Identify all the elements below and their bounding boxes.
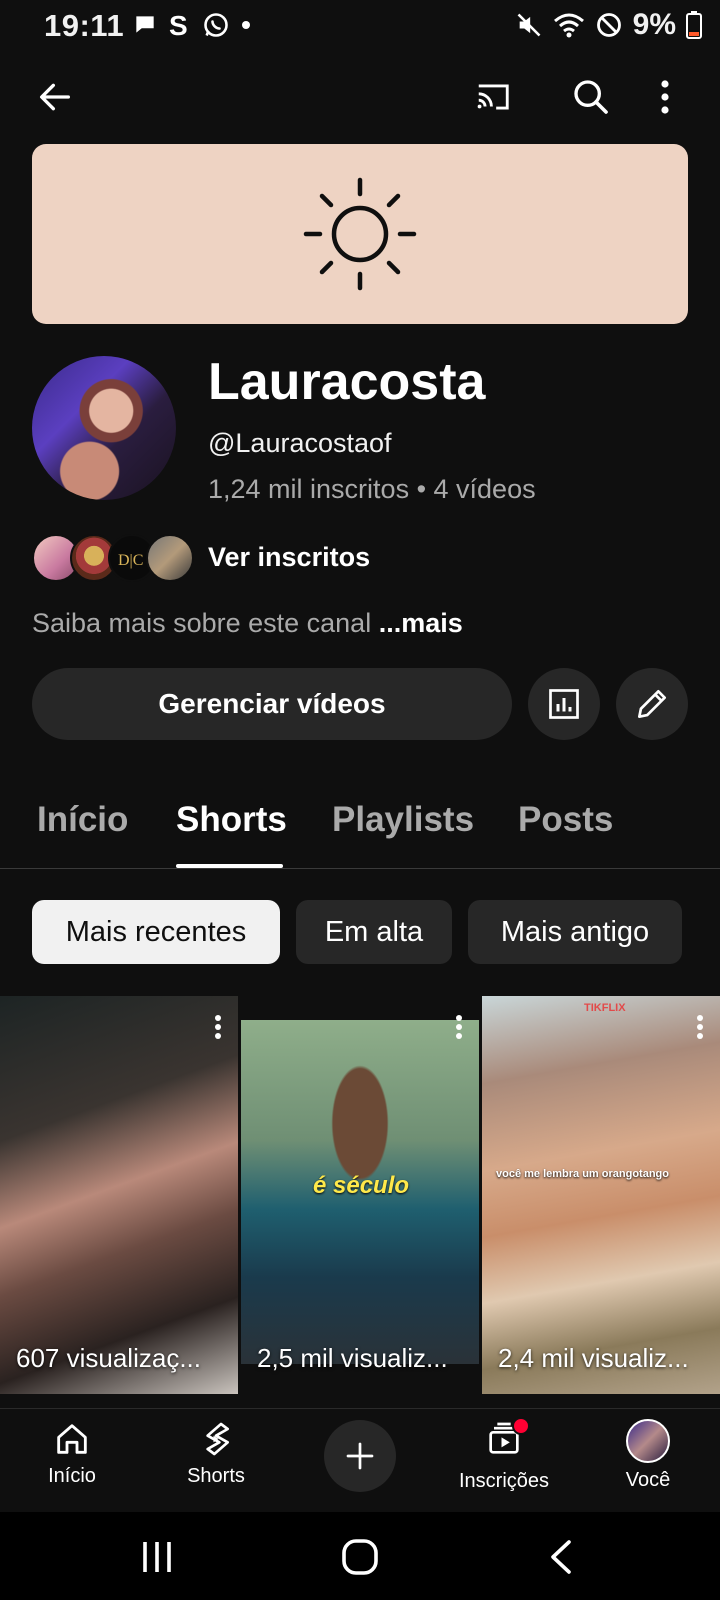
nav-label: Inscrições	[458, 1470, 550, 1492]
battery-percent: 9%	[632, 8, 676, 41]
about-text: Saiba mais sobre este canal	[32, 608, 372, 638]
create-button[interactable]	[324, 1420, 396, 1492]
short-views: 2,5 mil visualiz...	[257, 1343, 448, 1373]
battery-icon	[686, 11, 702, 39]
nav-label: Você	[625, 1469, 671, 1491]
short-views: 607 visualizaç...	[16, 1343, 201, 1373]
chip-mais-recentes[interactable]: Mais recentes	[32, 900, 280, 964]
short-thumbnail[interactable]: TIKFLIX você me lembra um orangotango 2,…	[482, 996, 720, 1394]
active-tab-indicator	[176, 864, 283, 868]
nav-label: Início	[48, 1465, 96, 1487]
home-icon	[57, 1424, 87, 1454]
channel-name: Lauracosta	[208, 353, 486, 411]
whatsapp-icon	[204, 13, 228, 37]
subscriber-avatar	[146, 534, 194, 582]
recents-icon	[143, 1542, 171, 1572]
manage-videos-button[interactable]: Gerenciar vídeos	[32, 668, 512, 740]
wifi-icon	[553, 13, 584, 38]
channel-avatar[interactable]	[32, 356, 176, 500]
status-right: 9%	[515, 8, 702, 42]
cast-button[interactable]	[468, 72, 518, 122]
back-button[interactable]	[30, 72, 80, 122]
nav-inscricoes[interactable]: Inscrições	[444, 1417, 564, 1493]
mute-icon	[517, 13, 541, 37]
notification-badge	[512, 1417, 530, 1435]
short-watermark: TIKFLIX	[584, 1002, 626, 1014]
sun-icon	[303, 177, 417, 291]
tab-shorts[interactable]: Shorts	[176, 800, 287, 840]
channel-banner	[32, 144, 688, 324]
back-chevron-icon	[551, 1540, 571, 1574]
s-app-icon: S	[169, 10, 188, 40]
system-navigation	[0, 1512, 720, 1600]
more-options-button[interactable]	[650, 72, 680, 122]
short-thumbnail[interactable]: 607 visualizaç...	[0, 996, 238, 1394]
svg-text:D|C: D|C	[118, 552, 143, 569]
subscriber-avatars[interactable]: D|C	[32, 534, 194, 582]
search-icon	[574, 80, 608, 114]
pencil-icon	[637, 689, 667, 719]
edit-channel-button[interactable]	[616, 668, 688, 740]
short-more-button[interactable]	[455, 1014, 463, 1045]
chat-bubble-icon	[136, 16, 154, 33]
svg-text:S: S	[169, 10, 188, 40]
channel-handle: @Lauracostaof	[208, 428, 392, 458]
status-bar: 19:11 S 9%	[0, 0, 720, 52]
tab-inicio[interactable]: Início	[37, 800, 128, 840]
chip-em-alta[interactable]: Em alta	[296, 900, 452, 964]
cast-icon	[477, 84, 509, 110]
analytics-icon	[549, 689, 579, 719]
nav-voce[interactable]: Você	[588, 1419, 708, 1492]
avatar-icon	[626, 1419, 670, 1463]
nav-shorts[interactable]: Shorts	[156, 1419, 276, 1488]
status-left-icons: S	[132, 10, 252, 40]
more-vert-icon	[661, 80, 669, 114]
analytics-button[interactable]	[528, 668, 600, 740]
back-system-button[interactable]	[536, 1532, 586, 1582]
channel-stats: 1,24 mil inscritos • 4 vídeos	[208, 474, 536, 504]
recents-button[interactable]	[132, 1532, 182, 1582]
do-not-disturb-icon	[596, 13, 621, 37]
short-more-button[interactable]	[696, 1014, 704, 1045]
see-subscribers-link[interactable]: Ver inscritos	[208, 542, 370, 573]
back-arrow-icon	[40, 83, 71, 111]
home-system-button[interactable]	[335, 1532, 385, 1582]
tab-playlists[interactable]: Playlists	[332, 800, 474, 840]
more-vert-icon	[215, 1015, 221, 1039]
short-more-button[interactable]	[214, 1014, 222, 1045]
plus-icon	[346, 1442, 374, 1470]
search-button[interactable]	[566, 72, 616, 122]
nav-inicio[interactable]: Início	[12, 1419, 132, 1488]
more-vert-icon	[456, 1015, 462, 1039]
shorts-icon	[206, 1422, 229, 1456]
status-time: 19:11	[44, 8, 125, 43]
about-more: ...mais	[378, 608, 463, 638]
home-circle-icon	[342, 1539, 378, 1575]
about-channel-link[interactable]: Saiba mais sobre este canal ...mais	[32, 608, 463, 639]
chip-mais-antigo[interactable]: Mais antigo	[468, 900, 682, 964]
short-thumbnail[interactable]: é século 2,5 mil visualiz...	[241, 996, 479, 1394]
dot-icon	[242, 21, 250, 29]
short-views: 2,4 mil visualiz...	[498, 1343, 689, 1373]
short-caption: é século	[313, 1172, 410, 1199]
tab-posts[interactable]: Posts	[518, 800, 613, 840]
more-vert-icon	[697, 1015, 703, 1039]
nav-label: Shorts	[187, 1465, 245, 1487]
short-caption: você me lembra um orangotango	[496, 1168, 669, 1180]
subscriptions-icon-wrap	[484, 1417, 530, 1464]
channel-tabs: Início Shorts Playlists Posts	[0, 790, 720, 869]
